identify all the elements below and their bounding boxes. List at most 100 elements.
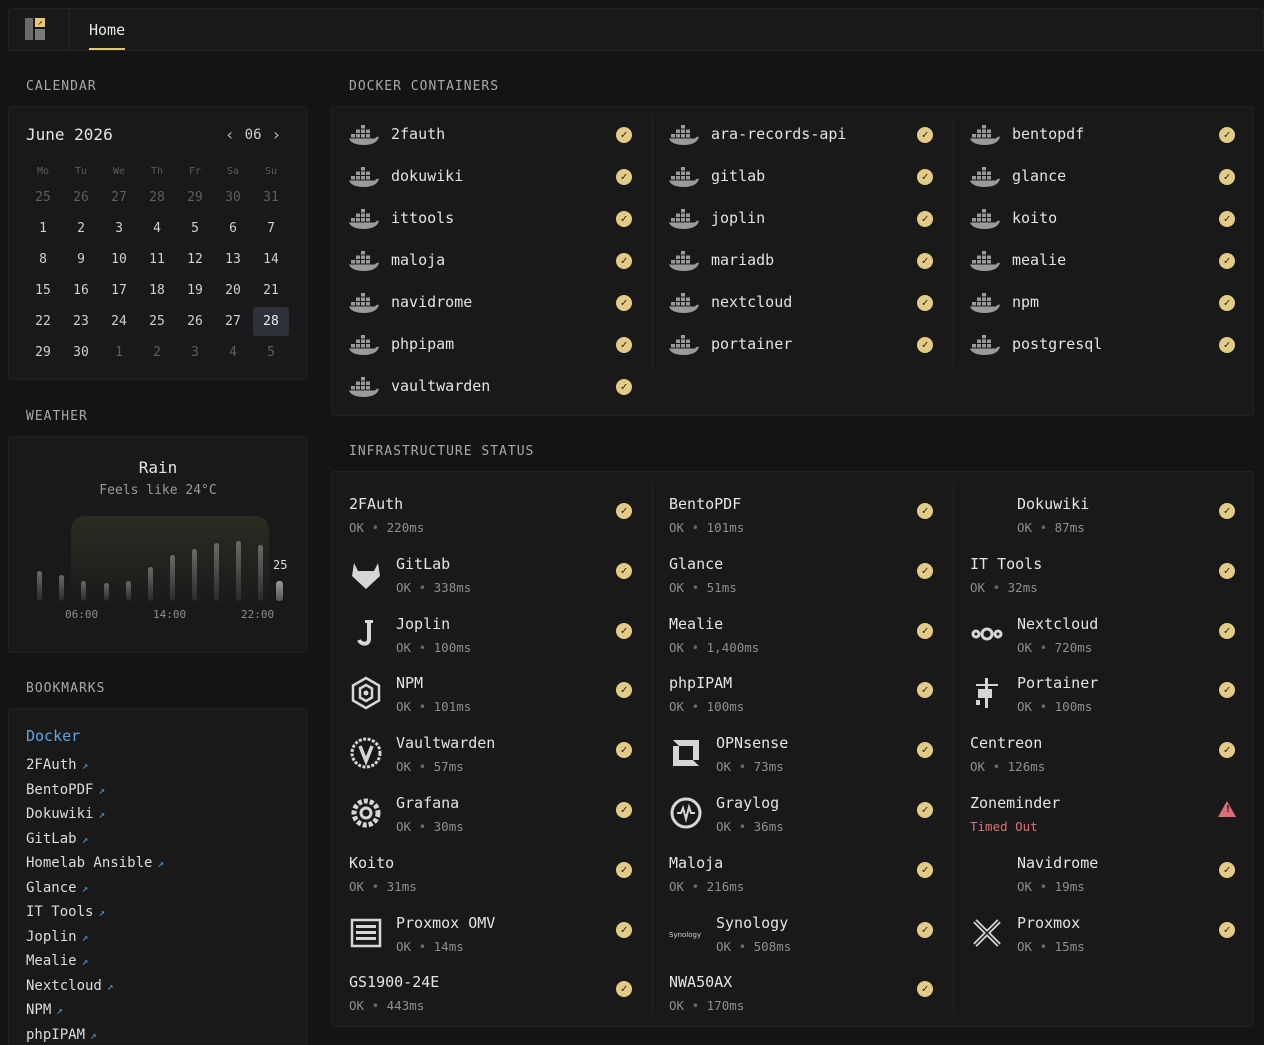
calendar-day[interactable]: 4 bbox=[138, 213, 176, 244]
container-row[interactable]: phpipam ✓ bbox=[349, 324, 639, 366]
bookmark-link[interactable]: IT Tools ↗ bbox=[26, 900, 164, 925]
container-row[interactable]: portainer ✓ bbox=[669, 324, 959, 366]
container-row[interactable]: navidrome ✓ bbox=[349, 282, 639, 324]
bookmark-link[interactable]: Homelab Ansible ↗ bbox=[26, 851, 164, 876]
calendar-day[interactable]: 27 bbox=[100, 182, 138, 213]
calendar-day[interactable]: 22 bbox=[24, 306, 62, 337]
container-row[interactable]: npm ✓ bbox=[970, 282, 1260, 324]
service-row[interactable]: 2FAuth OK • 220ms ✓ bbox=[349, 485, 639, 545]
calendar-day[interactable]: 24 bbox=[100, 306, 138, 337]
calendar-day[interactable]: 18 bbox=[138, 275, 176, 306]
calendar-day[interactable]: 11 bbox=[138, 244, 176, 275]
container-row[interactable]: nextcloud ✓ bbox=[669, 282, 959, 324]
calendar-day[interactable]: 19 bbox=[176, 275, 214, 306]
service-row[interactable]: OPNsense OK • 73ms ✓ bbox=[669, 724, 959, 784]
service-row[interactable]: Dokuwiki OK • 87ms ✓ bbox=[970, 485, 1260, 545]
calendar-day[interactable]: 1 bbox=[24, 213, 62, 244]
calendar-day[interactable]: 25 bbox=[24, 182, 62, 213]
tab-home[interactable]: Home bbox=[89, 21, 126, 50]
container-row[interactable]: ittools ✓ bbox=[349, 198, 639, 240]
calendar-day[interactable]: 5 bbox=[252, 337, 290, 368]
container-row[interactable]: maloja ✓ bbox=[349, 240, 639, 282]
container-row[interactable]: joplin ✓ bbox=[669, 198, 959, 240]
calendar-day[interactable]: 9 bbox=[62, 244, 100, 275]
service-row[interactable]: Proxmox OMV OK • 14ms ✓ bbox=[349, 904, 639, 964]
calendar-day[interactable]: 23 bbox=[62, 306, 100, 337]
calendar-day[interactable]: 25 bbox=[138, 306, 176, 337]
service-row[interactable]: Joplin OK • 100ms ✓ bbox=[349, 605, 639, 665]
container-row[interactable]: mariadb ✓ bbox=[669, 240, 959, 282]
calendar-day[interactable]: 8 bbox=[24, 244, 62, 275]
calendar-day[interactable]: 28 bbox=[138, 182, 176, 213]
calendar-day[interactable]: 30 bbox=[62, 337, 100, 368]
calendar-day[interactable]: 5 bbox=[176, 213, 214, 244]
service-row[interactable]: IT Tools OK • 32ms ✓ bbox=[970, 545, 1260, 605]
service-row[interactable]: Nextcloud OK • 720ms ✓ bbox=[970, 605, 1260, 665]
service-row[interactable]: NWA50AX OK • 170ms ✓ bbox=[669, 963, 959, 1023]
bookmark-link[interactable]: BentoPDF ↗ bbox=[26, 778, 164, 803]
bookmark-link[interactable]: phpIPAM ↗ bbox=[26, 1023, 164, 1045]
calendar-day[interactable]: 21 bbox=[252, 275, 290, 306]
calendar-day[interactable]: 26 bbox=[62, 182, 100, 213]
service-row[interactable]: Glance OK • 51ms ✓ bbox=[669, 545, 959, 605]
bookmark-link[interactable]: Glance ↗ bbox=[26, 876, 164, 901]
container-row[interactable]: ara-records-api ✓ bbox=[669, 114, 959, 156]
service-row[interactable]: Maloja OK • 216ms ✓ bbox=[669, 844, 959, 904]
service-row[interactable]: Navidrome OK • 19ms ✓ bbox=[970, 844, 1260, 904]
calendar-day[interactable]: 2 bbox=[62, 213, 100, 244]
service-row[interactable]: BentoPDF OK • 101ms ✓ bbox=[669, 485, 959, 545]
container-row[interactable]: 2fauth ✓ bbox=[349, 114, 639, 156]
calendar-day[interactable]: 16 bbox=[62, 275, 100, 306]
calendar-day[interactable]: 29 bbox=[176, 182, 214, 213]
calendar-day-today[interactable]: 28 bbox=[253, 307, 289, 336]
container-row[interactable]: bentopdf ✓ bbox=[970, 114, 1260, 156]
service-row[interactable]: Portainer OK • 100ms ✓ bbox=[970, 664, 1260, 724]
service-row[interactable]: Koito OK • 31ms ✓ bbox=[349, 844, 639, 904]
app-logo-icon[interactable]: ↗ bbox=[25, 18, 47, 40]
calendar-day[interactable]: 4 bbox=[214, 337, 252, 368]
service-row[interactable]: GitLab OK • 338ms ✓ bbox=[349, 545, 639, 605]
container-row[interactable]: koito ✓ bbox=[970, 198, 1260, 240]
bookmark-link[interactable]: GitLab ↗ bbox=[26, 827, 164, 852]
calendar-day[interactable]: 12 bbox=[176, 244, 214, 275]
bookmark-link[interactable]: Dokuwiki ↗ bbox=[26, 802, 164, 827]
service-row[interactable]: Vaultwarden OK • 57ms ✓ bbox=[349, 724, 639, 784]
service-row[interactable]: Centreon OK • 126ms ✓ bbox=[970, 724, 1260, 784]
calendar-day[interactable]: 7 bbox=[252, 213, 290, 244]
calendar-day[interactable]: 29 bbox=[24, 337, 62, 368]
calendar-day[interactable]: 15 bbox=[24, 275, 62, 306]
bookmark-link[interactable]: Joplin ↗ bbox=[26, 925, 164, 950]
service-row[interactable]: Synology Synology OK • 508ms ✓ bbox=[669, 904, 959, 964]
service-row[interactable]: Graylog OK • 36ms ✓ bbox=[669, 784, 959, 844]
calendar-day[interactable]: 14 bbox=[252, 244, 290, 275]
calendar-day[interactable]: 6 bbox=[214, 213, 252, 244]
calendar-day[interactable]: 1 bbox=[100, 337, 138, 368]
service-row[interactable]: GS1900-24E OK • 443ms ✓ bbox=[349, 963, 639, 1023]
calendar-day[interactable]: 26 bbox=[176, 306, 214, 337]
calendar-day[interactable]: 3 bbox=[176, 337, 214, 368]
chevron-right-icon[interactable]: › bbox=[272, 125, 282, 144]
container-row[interactable]: postgresql ✓ bbox=[970, 324, 1260, 366]
service-row[interactable]: phpIPAM OK • 100ms ✓ bbox=[669, 664, 959, 724]
bookmark-link[interactable]: NPM ↗ bbox=[26, 998, 164, 1023]
service-row[interactable]: Mealie OK • 1,400ms ✓ bbox=[669, 605, 959, 665]
chevron-left-icon[interactable]: ‹ bbox=[225, 125, 235, 144]
calendar-day[interactable]: 2 bbox=[138, 337, 176, 368]
container-row[interactable]: vaultwarden ✓ bbox=[349, 366, 639, 408]
calendar-day[interactable]: 30 bbox=[214, 182, 252, 213]
container-row[interactable]: glance ✓ bbox=[970, 156, 1260, 198]
calendar-day[interactable]: 31 bbox=[252, 182, 290, 213]
calendar-day[interactable]: 10 bbox=[100, 244, 138, 275]
bookmark-link[interactable]: Mealie ↗ bbox=[26, 949, 164, 974]
calendar-day[interactable]: 27 bbox=[214, 306, 252, 337]
calendar-day[interactable]: 20 bbox=[214, 275, 252, 306]
calendar-day[interactable]: 17 bbox=[100, 275, 138, 306]
bookmark-link[interactable]: Nextcloud ↗ bbox=[26, 974, 164, 999]
service-row[interactable]: Grafana OK • 30ms ✓ bbox=[349, 784, 639, 844]
service-row[interactable]: NPM OK • 101ms ✓ bbox=[349, 664, 639, 724]
bookmark-link[interactable]: 2FAuth ↗ bbox=[26, 753, 164, 778]
calendar-day[interactable]: 3 bbox=[100, 213, 138, 244]
service-row[interactable]: Proxmox OK • 15ms ✓ bbox=[970, 904, 1260, 964]
container-row[interactable]: dokuwiki ✓ bbox=[349, 156, 639, 198]
container-row[interactable]: gitlab ✓ bbox=[669, 156, 959, 198]
